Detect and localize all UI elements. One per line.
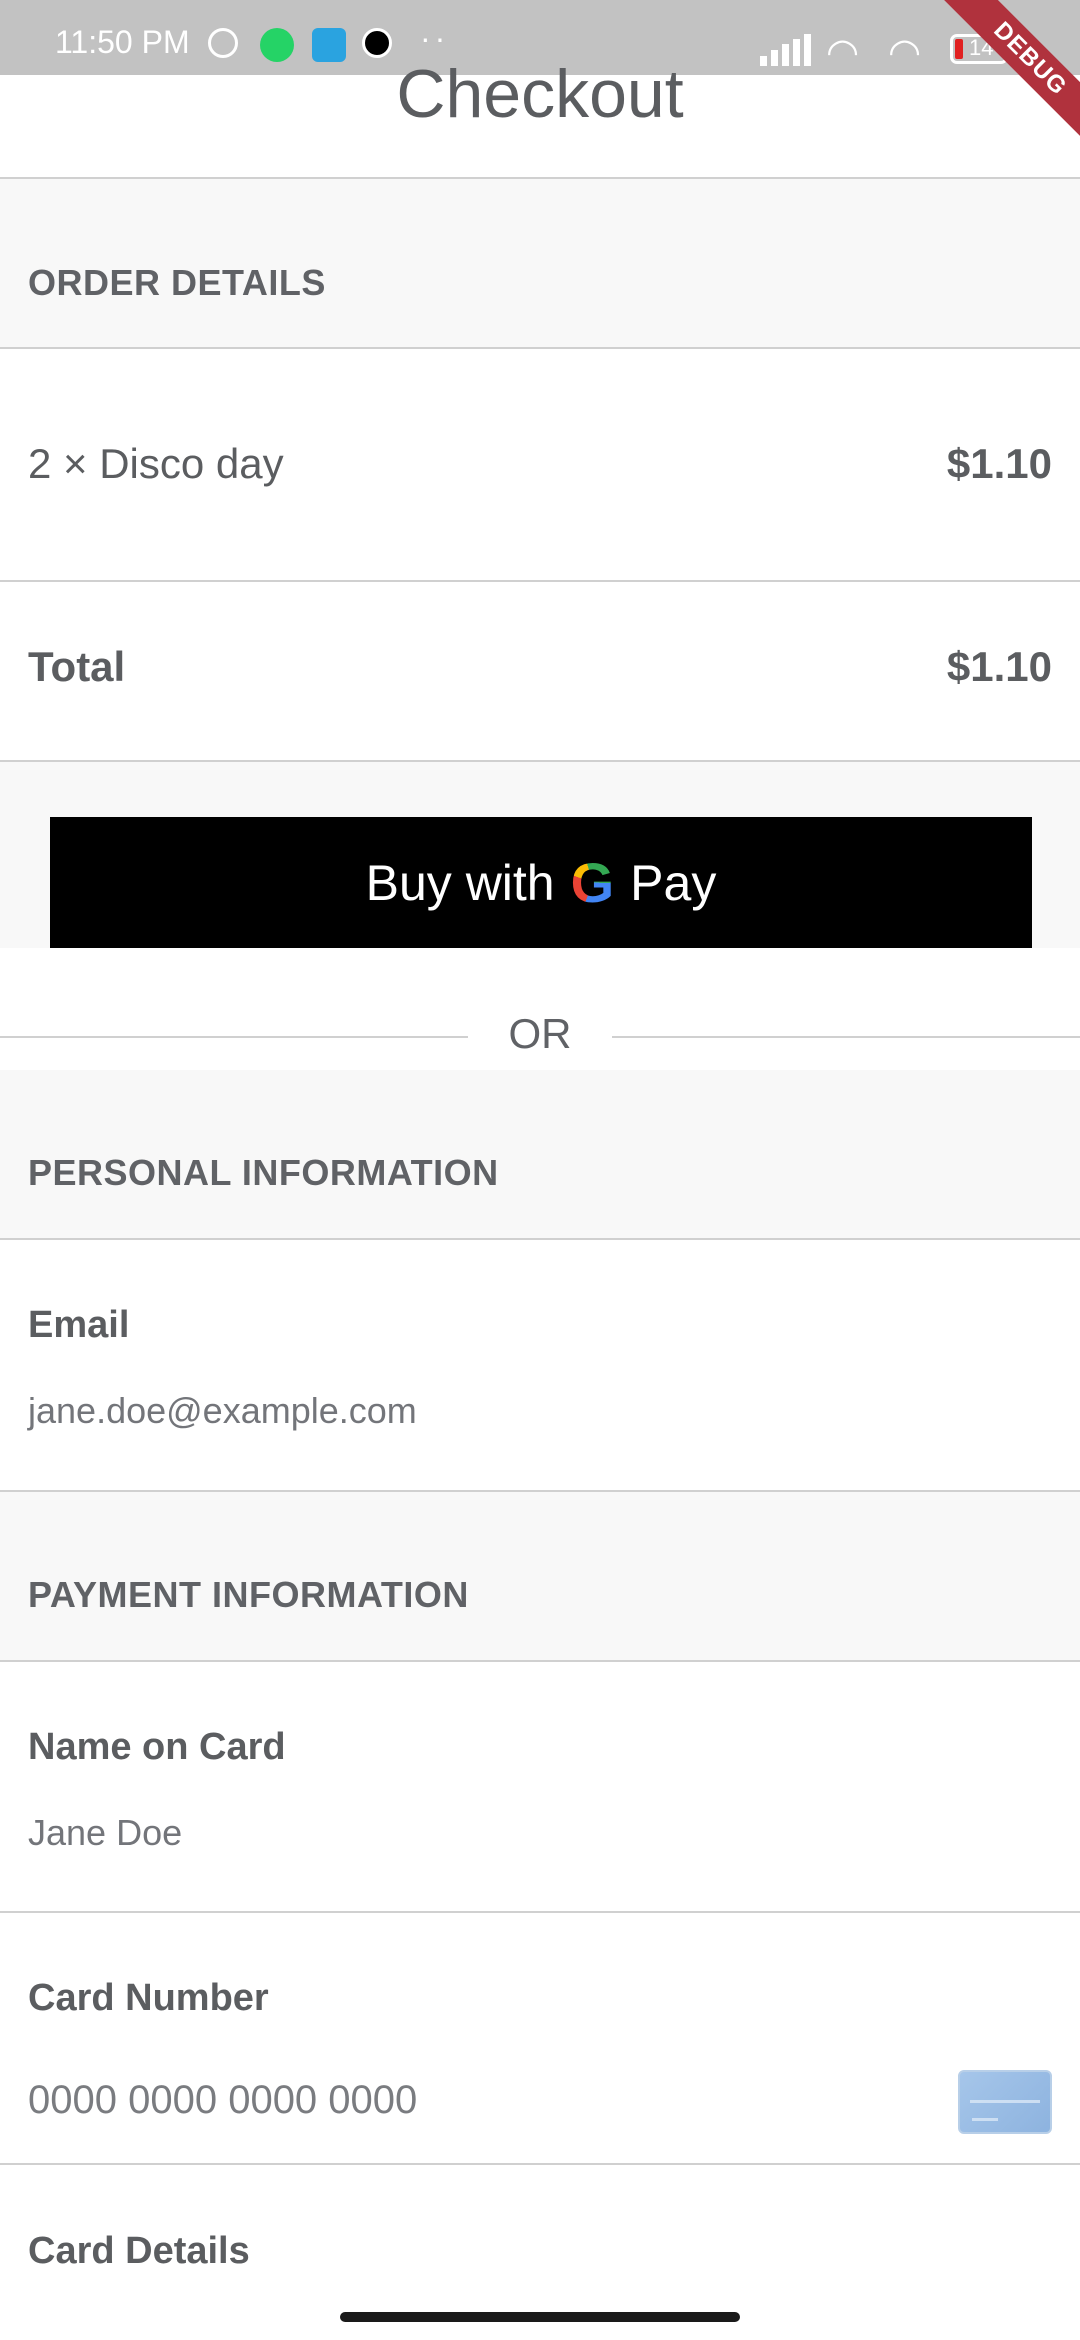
home-indicator[interactable] bbox=[340, 2312, 740, 2322]
total-price: $1.10 bbox=[946, 643, 1052, 690]
personal-info-heading: PERSONAL INFORMATION bbox=[28, 1152, 499, 1193]
or-label: OR bbox=[508, 1010, 572, 1057]
divider bbox=[0, 1911, 1080, 1913]
card-number-label: Card Number bbox=[28, 1977, 269, 2019]
clock-app-icon bbox=[362, 28, 392, 58]
order-item-price: $1.10 bbox=[946, 440, 1052, 487]
credit-card-icon bbox=[958, 2070, 1052, 2134]
google-pay-button[interactable]: Buy with G Pay bbox=[50, 817, 1032, 948]
gpay-label-prefix: Buy with bbox=[365, 854, 555, 911]
name-on-card-label: Name on Card bbox=[28, 1726, 286, 1768]
gpay-label-suffix: Pay bbox=[630, 854, 717, 911]
payment-info-heading: PAYMENT INFORMATION bbox=[28, 1574, 469, 1615]
divider bbox=[0, 1660, 1080, 1662]
card-number-field[interactable]: 0000 0000 0000 0000 bbox=[28, 2078, 928, 2123]
name-on-card-field[interactable]: Jane Doe bbox=[28, 1812, 1028, 1854]
divider bbox=[0, 2163, 1080, 2165]
total-label: Total bbox=[28, 643, 126, 690]
alarm-icon bbox=[208, 28, 238, 58]
divider bbox=[0, 347, 1080, 349]
email-field[interactable]: jane.doe@example.com bbox=[28, 1390, 1028, 1432]
card-details-label: Card Details bbox=[28, 2230, 250, 2272]
order-item-label: 2 × Disco day bbox=[28, 440, 284, 487]
divider bbox=[0, 580, 1080, 582]
page-title: Checkout bbox=[396, 56, 684, 132]
divider bbox=[0, 1238, 1080, 1240]
order-details-heading: ORDER DETAILS bbox=[28, 262, 326, 303]
google-g-logo-icon: G bbox=[570, 851, 615, 914]
more-notifications-icon: ·· bbox=[420, 20, 450, 56]
email-label: Email bbox=[28, 1304, 130, 1346]
